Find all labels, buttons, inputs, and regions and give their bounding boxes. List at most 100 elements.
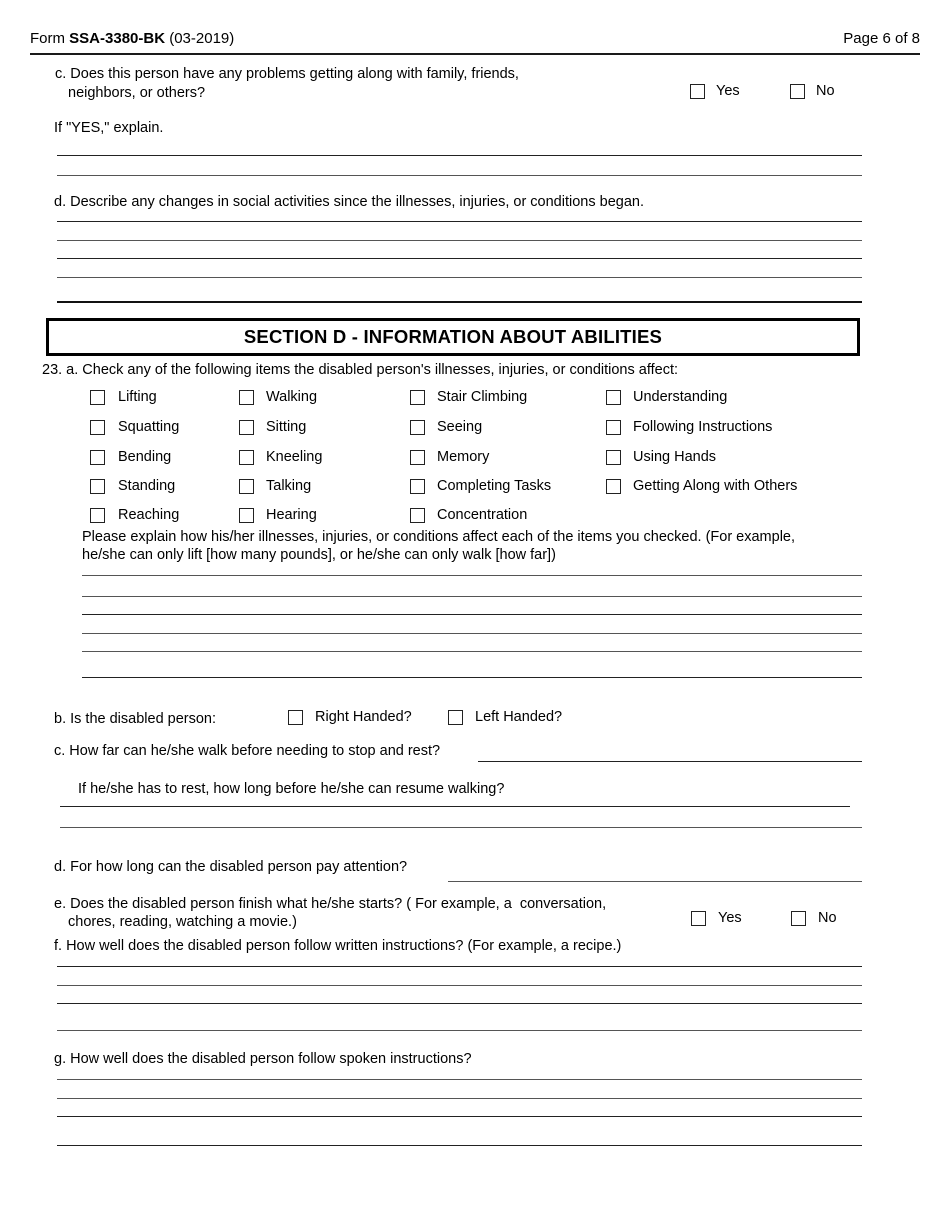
- form-identifier: Form SSA-3380-BK (03-2019): [30, 30, 234, 47]
- question-23e-yes-label: Yes: [718, 910, 742, 926]
- checkbox-hearing[interactable]: [239, 508, 254, 523]
- checkbox-using-hands[interactable]: [606, 450, 621, 465]
- checkbox-label-walking: Walking: [266, 389, 318, 405]
- checkbox-label-sitting: Sitting: [266, 419, 307, 435]
- question-22c-line2: neighbors, or others?: [68, 85, 206, 101]
- answer-line[interactable]: [57, 1079, 862, 1080]
- checkbox-walking[interactable]: [239, 390, 254, 405]
- answer-line[interactable]: [57, 155, 862, 156]
- checkbox-label-getting-along-with-others: Getting Along with Others: [633, 478, 798, 494]
- checkbox-talking[interactable]: [239, 479, 254, 494]
- checkbox-label-hearing: Hearing: [266, 507, 317, 523]
- checkbox-label-right-handed: Right Handed?: [315, 709, 412, 725]
- answer-line[interactable]: [57, 221, 862, 222]
- answer-line[interactable]: [57, 258, 862, 259]
- answer-line[interactable]: [478, 761, 862, 762]
- checkbox-label-bending: Bending: [118, 449, 172, 465]
- checkbox-right-handed[interactable]: [288, 710, 303, 725]
- answer-line[interactable]: [82, 651, 862, 652]
- checkbox-label-standing: Standing: [118, 478, 176, 494]
- question-23a-explain-line1: Please explain how his/her illnesses, in…: [82, 529, 796, 545]
- checkbox-completing-tasks[interactable]: [410, 479, 425, 494]
- question-22c-if-yes-label: If "YES," explain.: [54, 120, 164, 136]
- checkbox-kneeling[interactable]: [239, 450, 254, 465]
- question-23a-explain-line2: he/she can only lift [how many pounds], …: [82, 547, 556, 563]
- question-23f-text: f. How well does the disabled person fol…: [54, 938, 622, 954]
- answer-line[interactable]: [82, 614, 862, 615]
- checkbox-label-left-handed: Left Handed?: [475, 709, 563, 725]
- checkbox-memory[interactable]: [410, 450, 425, 465]
- question-22d-text: d. Describe any changes in social activi…: [54, 194, 644, 210]
- checkbox-label-squatting: Squatting: [118, 419, 180, 435]
- checkbox-seeing[interactable]: [410, 420, 425, 435]
- answer-line[interactable]: [448, 881, 862, 882]
- answer-line[interactable]: [57, 1098, 862, 1099]
- answer-line[interactable]: [57, 1003, 862, 1004]
- checkbox-understanding[interactable]: [606, 390, 621, 405]
- checkbox-bending[interactable]: [90, 450, 105, 465]
- question-23a-prompt: 23. a. Check any of the following items …: [42, 362, 679, 378]
- form-number: SSA-3380-BK: [69, 30, 166, 47]
- checkbox-label-seeing: Seeing: [437, 419, 483, 435]
- checkbox-left-handed[interactable]: [448, 710, 463, 725]
- checkbox-label-lifting: Lifting: [118, 389, 157, 405]
- question-22c-no-label: No: [816, 83, 835, 99]
- checkbox-squatting[interactable]: [90, 420, 105, 435]
- form-prefix-label: Form: [30, 30, 70, 47]
- checkbox-lifting[interactable]: [90, 390, 105, 405]
- answer-line[interactable]: [82, 677, 862, 678]
- answer-line[interactable]: [57, 277, 862, 278]
- checkbox-label-concentration: Concentration: [437, 507, 528, 523]
- answer-line[interactable]: [57, 1116, 862, 1117]
- question-23e-no-checkbox[interactable]: [791, 911, 806, 926]
- answer-line[interactable]: [82, 575, 862, 576]
- question-22c-yes-label: Yes: [716, 83, 740, 99]
- form-revision: (03-2019): [165, 30, 235, 47]
- checkbox-stair-climbing[interactable]: [410, 390, 425, 405]
- answer-line[interactable]: [57, 985, 862, 986]
- question-23e-line2: chores, reading, watching a movie.): [68, 914, 297, 930]
- page-header: Form SSA-3380-BK (03-2019) Page 6 of 8: [30, 30, 920, 47]
- question-23b-label: b. Is the disabled person:: [54, 711, 217, 727]
- form-page: Form SSA-3380-BK (03-2019) Page 6 of 8 c…: [0, 0, 950, 1230]
- answer-line[interactable]: [60, 827, 862, 828]
- checkbox-getting-along-with-others[interactable]: [606, 479, 621, 494]
- checkbox-label-talking: Talking: [266, 478, 312, 494]
- question-23d-text: d. For how long can the disabled person …: [54, 859, 408, 875]
- question-23e-no-label: No: [818, 910, 837, 926]
- checkbox-label-kneeling: Kneeling: [266, 449, 323, 465]
- page-number-label: Page 6 of 8: [843, 30, 920, 47]
- answer-line[interactable]: [57, 301, 862, 303]
- checkbox-standing[interactable]: [90, 479, 105, 494]
- question-23e-yes-checkbox[interactable]: [691, 911, 706, 926]
- section-d-header: SECTION D - INFORMATION ABOUT ABILITIES: [46, 318, 860, 356]
- answer-line[interactable]: [57, 966, 862, 967]
- checkbox-reaching[interactable]: [90, 508, 105, 523]
- answer-line[interactable]: [57, 1030, 862, 1031]
- answer-line[interactable]: [82, 596, 862, 597]
- question-23c-text: c. How far can he/she walk before needin…: [54, 743, 441, 759]
- question-22c-no-checkbox[interactable]: [790, 84, 805, 99]
- answer-line[interactable]: [60, 806, 850, 807]
- checkbox-label-reaching: Reaching: [118, 507, 180, 523]
- checkbox-label-memory: Memory: [437, 449, 490, 465]
- checkbox-sitting[interactable]: [239, 420, 254, 435]
- checkbox-following-instructions[interactable]: [606, 420, 621, 435]
- answer-line[interactable]: [57, 1145, 862, 1146]
- checkbox-label-following-instructions: Following Instructions: [633, 419, 773, 435]
- question-23e-line1: e. Does the disabled person finish what …: [54, 896, 607, 912]
- checkbox-label-understanding: Understanding: [633, 389, 728, 405]
- question-23g-text: g. How well does the disabled person fol…: [54, 1051, 472, 1067]
- question-22c-yes-checkbox[interactable]: [690, 84, 705, 99]
- question-22c-line1: c. Does this person have any problems ge…: [55, 66, 519, 82]
- checkbox-label-completing-tasks: Completing Tasks: [437, 478, 552, 494]
- header-divider: [30, 53, 920, 55]
- checkbox-label-using-hands: Using Hands: [633, 449, 717, 465]
- question-23c-sub-text: If he/she has to rest, how long before h…: [78, 781, 505, 797]
- answer-line[interactable]: [57, 175, 862, 176]
- checkbox-concentration[interactable]: [410, 508, 425, 523]
- answer-line[interactable]: [82, 633, 862, 634]
- answer-line[interactable]: [57, 240, 862, 241]
- section-d-title: SECTION D - INFORMATION ABOUT ABILITIES: [243, 326, 663, 347]
- checkbox-label-stair-climbing: Stair Climbing: [437, 389, 528, 405]
